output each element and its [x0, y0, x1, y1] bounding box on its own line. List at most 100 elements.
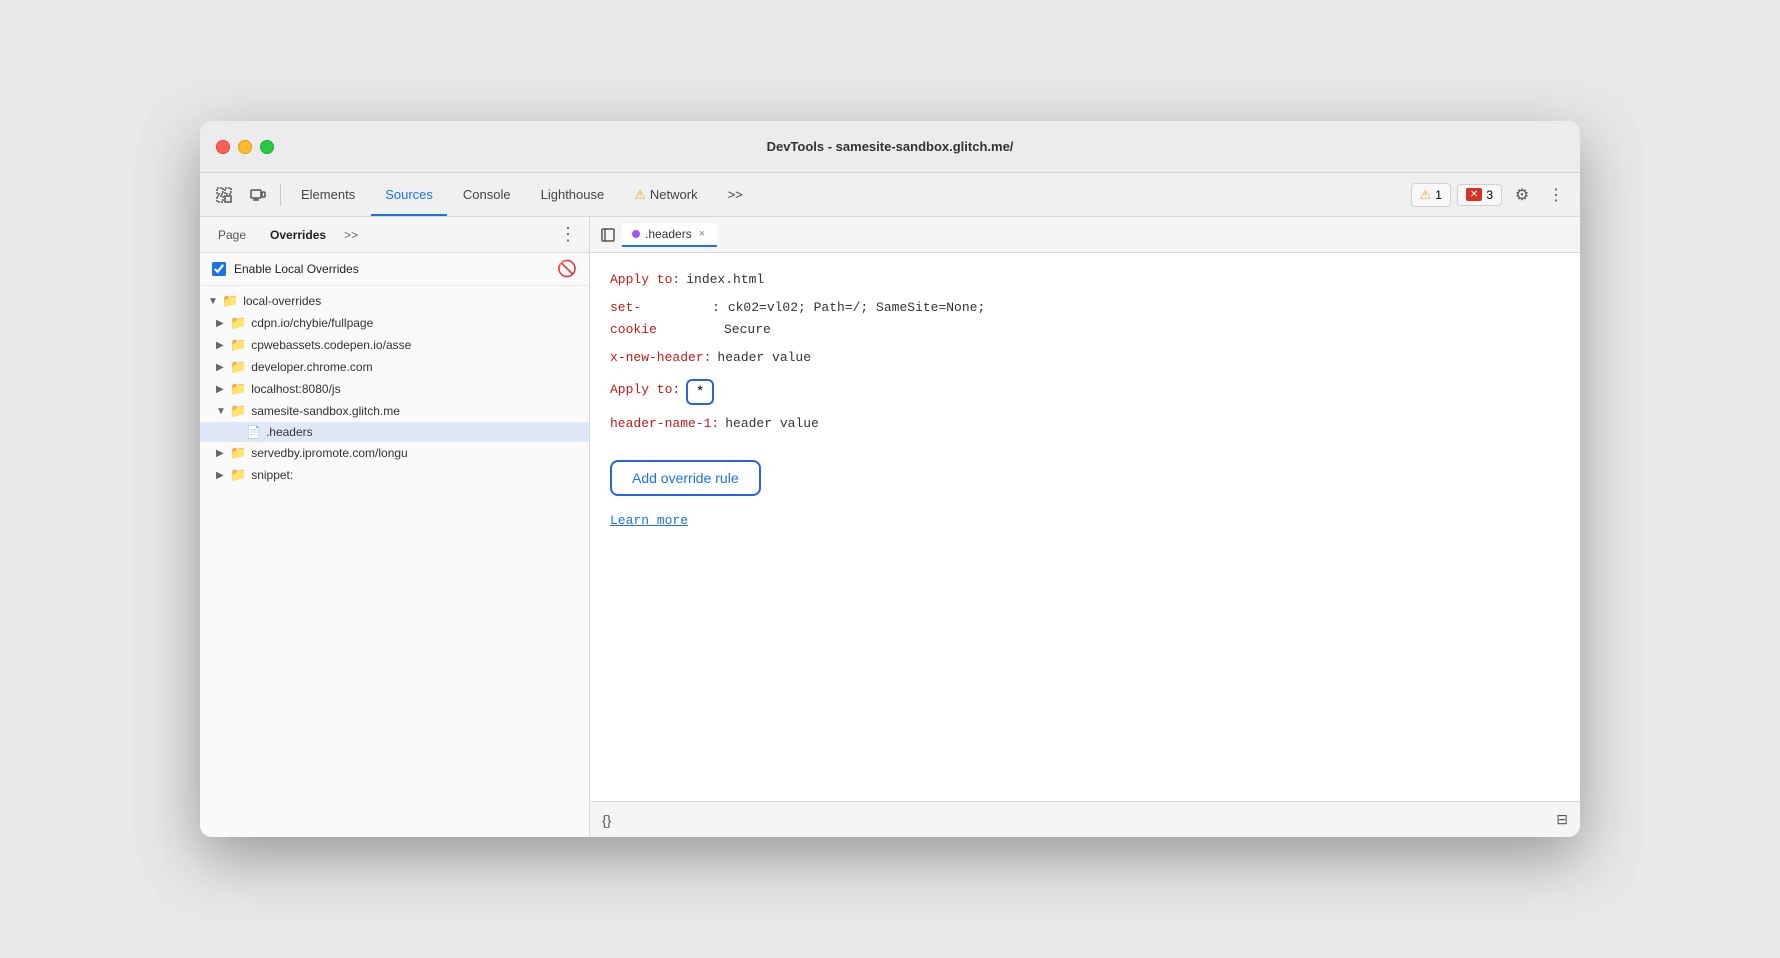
- panel-menu-button[interactable]: ⋮: [555, 224, 581, 245]
- tree-label: servedby.ipromote.com/longu: [251, 446, 408, 460]
- network-warning-icon: ⚠: [634, 187, 646, 203]
- error-count: 3: [1486, 188, 1493, 202]
- toolbar-separator-1: [280, 184, 281, 206]
- enable-overrides-checkbox[interactable]: [212, 262, 226, 276]
- tab-more[interactable]: >>: [714, 181, 757, 208]
- tree-item-cpwebassets[interactable]: ▶ 📁 cpwebassets.codepen.io/asse: [200, 334, 589, 356]
- tab-network[interactable]: ⚠ Network: [620, 181, 711, 209]
- settings-icon: ⚙: [1515, 185, 1529, 205]
- warning-icon: ⚠: [1420, 187, 1432, 203]
- file-tab-close-button[interactable]: ×: [697, 228, 707, 240]
- tree-label: samesite-sandbox.glitch.me: [251, 404, 400, 418]
- tab-elements[interactable]: Elements: [287, 181, 369, 208]
- code-value-header-name: header value: [725, 413, 819, 435]
- folder-icon: 📁: [230, 381, 246, 397]
- code-key-header-name: header-name-1:: [610, 413, 719, 435]
- tree-label: developer.chrome.com: [251, 360, 372, 374]
- error-icon: ✕: [1466, 188, 1482, 201]
- inspect-element-icon[interactable]: [208, 179, 240, 211]
- apply-to-star-value: *: [686, 379, 714, 405]
- warning-count: 1: [1435, 188, 1442, 202]
- code-key-set-cookie: set-: [610, 297, 710, 319]
- warning-badge[interactable]: ⚠ 1: [1411, 183, 1451, 207]
- pretty-print-icon[interactable]: {}: [602, 812, 611, 828]
- panel-tabs: Page Overrides >> ⋮: [200, 217, 589, 253]
- device-toolbar-icon[interactable]: [242, 179, 274, 211]
- window-title: DevTools - samesite-sandbox.glitch.me/: [767, 139, 1014, 154]
- devtools-toolbar: Elements Sources Console Lighthouse ⚠ Ne…: [200, 173, 1580, 217]
- tree-arrow: ▶: [216, 470, 230, 481]
- devtools-window: DevTools - samesite-sandbox.glitch.me/ E…: [200, 121, 1580, 837]
- traffic-lights: [216, 140, 274, 154]
- pin-tab-button[interactable]: [594, 221, 622, 249]
- tree-item-headers[interactable]: ▶ 📄 .headers: [200, 422, 589, 442]
- maximize-button[interactable]: [260, 140, 274, 154]
- tab-sources[interactable]: Sources: [371, 181, 447, 208]
- code-key-cookie: cookie: [610, 319, 710, 341]
- minimize-button[interactable]: [238, 140, 252, 154]
- settings-button[interactable]: ⚙: [1506, 179, 1538, 211]
- file-tabs: .headers ×: [590, 217, 1580, 253]
- tab-lighthouse[interactable]: Lighthouse: [527, 181, 619, 208]
- tree-arrow: ▶: [216, 448, 230, 459]
- tab-overrides[interactable]: Overrides: [260, 224, 336, 246]
- folder-icon: 📁: [222, 293, 238, 309]
- learn-more-container: Learn more: [610, 510, 1560, 532]
- code-value-apply1: index.html: [686, 269, 764, 291]
- right-panel: .headers × Apply to: index.html set- : c…: [590, 217, 1580, 837]
- more-icon: ⋮: [1548, 185, 1564, 205]
- tree-arrow: ▶: [216, 384, 230, 395]
- tab-page[interactable]: Page: [208, 224, 256, 246]
- tree-arrow: ▼: [216, 406, 230, 417]
- title-bar: DevTools - samesite-sandbox.glitch.me/: [200, 121, 1580, 173]
- tree-item-localhost[interactable]: ▶ 📁 localhost:8080/js: [200, 378, 589, 400]
- panel-tab-more[interactable]: >>: [340, 226, 362, 244]
- more-options-button[interactable]: ⋮: [1540, 179, 1572, 211]
- close-button[interactable]: [216, 140, 230, 154]
- tree-item-servedby[interactable]: ▶ 📁 servedby.ipromote.com/longu: [200, 442, 589, 464]
- code-key-apply1: Apply to:: [610, 269, 680, 291]
- folder-icon: 📁: [230, 403, 246, 419]
- tree-arrow: ▼: [208, 296, 222, 307]
- add-override-button[interactable]: Add override rule: [610, 460, 761, 496]
- file-tab-label: .headers: [645, 227, 692, 241]
- code-value-set-cookie-2: Secure: [724, 319, 771, 341]
- code-value-set-cookie-1: ck02=vl02; Path=/; SameSite=None;: [728, 297, 985, 319]
- tree-item-developer-chrome[interactable]: ▶ 📁 developer.chrome.com: [200, 356, 589, 378]
- folder-icon: 📁: [230, 359, 246, 375]
- file-tree: ▼ 📁 local-overrides ▶ 📁 cdpn.io/chybie/f…: [200, 286, 589, 837]
- tree-item-cdpn[interactable]: ▶ 📁 cdpn.io/chybie/fullpage: [200, 312, 589, 334]
- tree-label: local-overrides: [243, 294, 321, 308]
- left-panel: Page Overrides >> ⋮ Enable Local Overrid…: [200, 217, 590, 837]
- tree-label: cdpn.io/chybie/fullpage: [251, 316, 373, 330]
- tree-label: .headers: [266, 425, 313, 439]
- folder-icon: 📁: [230, 315, 246, 331]
- tree-label: localhost:8080/js: [251, 382, 340, 396]
- bottom-right-icon[interactable]: ⊟: [1556, 811, 1568, 828]
- file-tab-dot: [632, 230, 640, 238]
- code-line-set-cookie-1: set- : ck02=vl02; Path=/; SameSite=None;: [610, 297, 1560, 319]
- code-line-apply1: Apply to: index.html: [610, 269, 1560, 291]
- tab-console[interactable]: Console: [449, 181, 525, 208]
- enable-overrides-row: Enable Local Overrides 🚫: [200, 253, 589, 286]
- code-line-set-cookie-2: cookie Secure: [610, 319, 1560, 341]
- folder-icon: 📁: [230, 467, 246, 483]
- tree-item-samesite-sandbox[interactable]: ▼ 📁 samesite-sandbox.glitch.me: [200, 400, 589, 422]
- tree-arrow: ▶: [216, 340, 230, 351]
- code-value-x-header: header value: [717, 347, 811, 369]
- code-block-set-cookie: set- : ck02=vl02; Path=/; SameSite=None;…: [610, 297, 1560, 341]
- tree-item-snippet[interactable]: ▶ 📁 snippet:: [200, 464, 589, 486]
- file-tab-headers[interactable]: .headers ×: [622, 223, 717, 247]
- tree-label: cpwebassets.codepen.io/asse: [251, 338, 411, 352]
- devtools-body: Page Overrides >> ⋮ Enable Local Overrid…: [200, 217, 1580, 837]
- tree-arrow: ▶: [216, 318, 230, 329]
- code-key-x-header: x-new-header:: [610, 347, 711, 369]
- bottom-bar: {} ⊟: [590, 801, 1580, 837]
- tree-item-local-overrides[interactable]: ▼ 📁 local-overrides: [200, 290, 589, 312]
- enable-overrides-label: Enable Local Overrides: [234, 262, 549, 276]
- error-badge[interactable]: ✕ 3: [1457, 184, 1502, 206]
- file-icon: 📄: [246, 425, 261, 439]
- no-entry-icon[interactable]: 🚫: [557, 259, 577, 279]
- learn-more-link[interactable]: Learn more: [610, 513, 688, 528]
- code-key-apply2: Apply to:: [610, 379, 680, 401]
